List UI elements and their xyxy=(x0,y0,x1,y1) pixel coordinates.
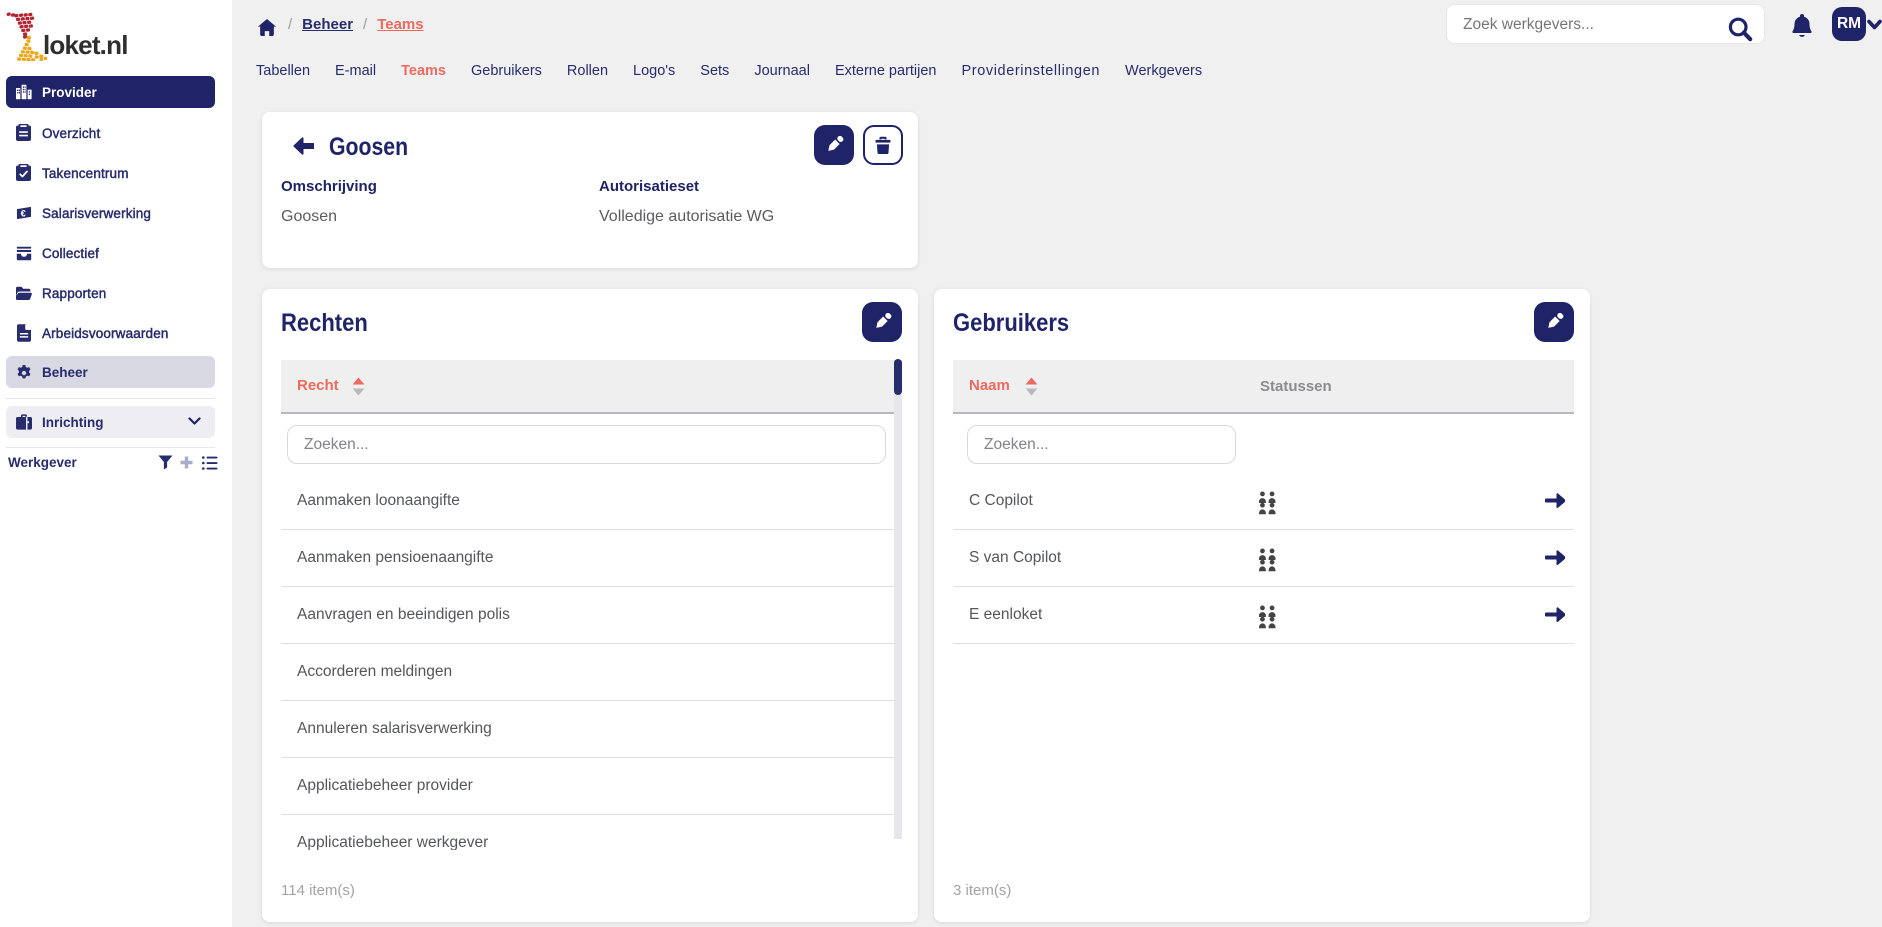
svg-text:€: € xyxy=(20,208,25,218)
